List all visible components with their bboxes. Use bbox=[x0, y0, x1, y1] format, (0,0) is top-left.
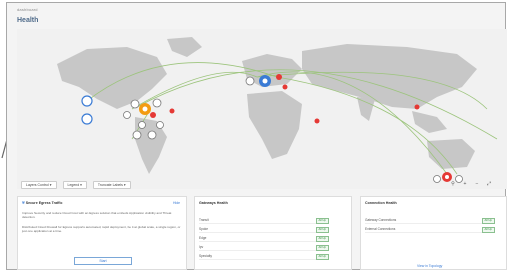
status-badge: All Up bbox=[315, 218, 329, 224]
legend-dropdown[interactable]: Legend ▾ bbox=[62, 181, 87, 189]
map-toolbar: Layers Control ▾ Legend ▾ Truncate Label… bbox=[21, 181, 131, 189]
connection-health-card: Connection Health Gateway Connections Al… bbox=[360, 196, 507, 270]
start-button[interactable]: Start bbox=[74, 257, 132, 265]
status-row-ipv: Ipv All Up bbox=[199, 244, 329, 251]
status-row-external-connections: External Connections All Up bbox=[365, 226, 495, 233]
world-map[interactable] bbox=[17, 29, 507, 189]
gateways-health-card: Gateways Health Transit All Up Spoke All… bbox=[194, 196, 352, 270]
status-row-specialty: Specialty All Up bbox=[199, 253, 329, 260]
secure-egress-card: ⛨ Secure Egress Traffic Hide Improve Sec… bbox=[17, 196, 187, 270]
egress-description-2: Distributed Cloud Firewall for Egress su… bbox=[22, 225, 181, 234]
breadcrumb: dashboard bbox=[17, 7, 38, 12]
egress-card-title: ⛨ Secure Egress Traffic bbox=[22, 201, 63, 205]
gateways-health-title: Gateways Health bbox=[199, 201, 228, 205]
status-badge: All Up bbox=[315, 254, 329, 260]
status-badge: All Up bbox=[481, 227, 495, 233]
egress-description-1: Improve Security and reduce Cloud Cost w… bbox=[22, 211, 172, 220]
status-badge: All Up bbox=[481, 218, 495, 224]
view-in-topology-link[interactable]: View in Topology bbox=[417, 264, 442, 268]
search-icon[interactable]: ⚲ bbox=[449, 181, 457, 187]
status-badge: All Up bbox=[315, 245, 329, 251]
status-badge: All Up bbox=[315, 236, 329, 242]
zoom-out-icon[interactable]: − bbox=[473, 181, 481, 187]
status-row-transit: Transit All Up bbox=[199, 217, 329, 224]
app-window: dashboard Health Layers Control ▾ Legend… bbox=[6, 2, 507, 270]
health-cards: ⛨ Secure Egress Traffic Hide Improve Sec… bbox=[17, 196, 507, 270]
status-row-spoke: Spoke All Up bbox=[199, 226, 329, 233]
connection-health-title: Connection Health bbox=[365, 201, 397, 205]
status-row-edge: Edge All Up bbox=[199, 235, 329, 242]
page-title: Health bbox=[17, 17, 39, 24]
status-row-gateway-connections: Gateway Connections All Up bbox=[365, 217, 495, 224]
shield-icon: ⛨ bbox=[22, 201, 25, 205]
layers-control-dropdown[interactable]: Layers Control ▾ bbox=[21, 181, 57, 189]
truncate-labels-dropdown[interactable]: Truncate Labels ▾ bbox=[92, 181, 131, 189]
status-badge: All Up bbox=[315, 227, 329, 233]
zoom-in-icon[interactable]: + bbox=[461, 181, 469, 187]
zoom-controls: ⚲ + − ⤢ bbox=[449, 181, 493, 187]
map-canvas[interactable] bbox=[17, 29, 507, 189]
screenshot-stage: dashboard Health Layers Control ▾ Legend… bbox=[0, 0, 513, 278]
fit-screen-icon[interactable]: ⤢ bbox=[485, 181, 493, 187]
hide-link[interactable]: Hide bbox=[173, 201, 180, 205]
